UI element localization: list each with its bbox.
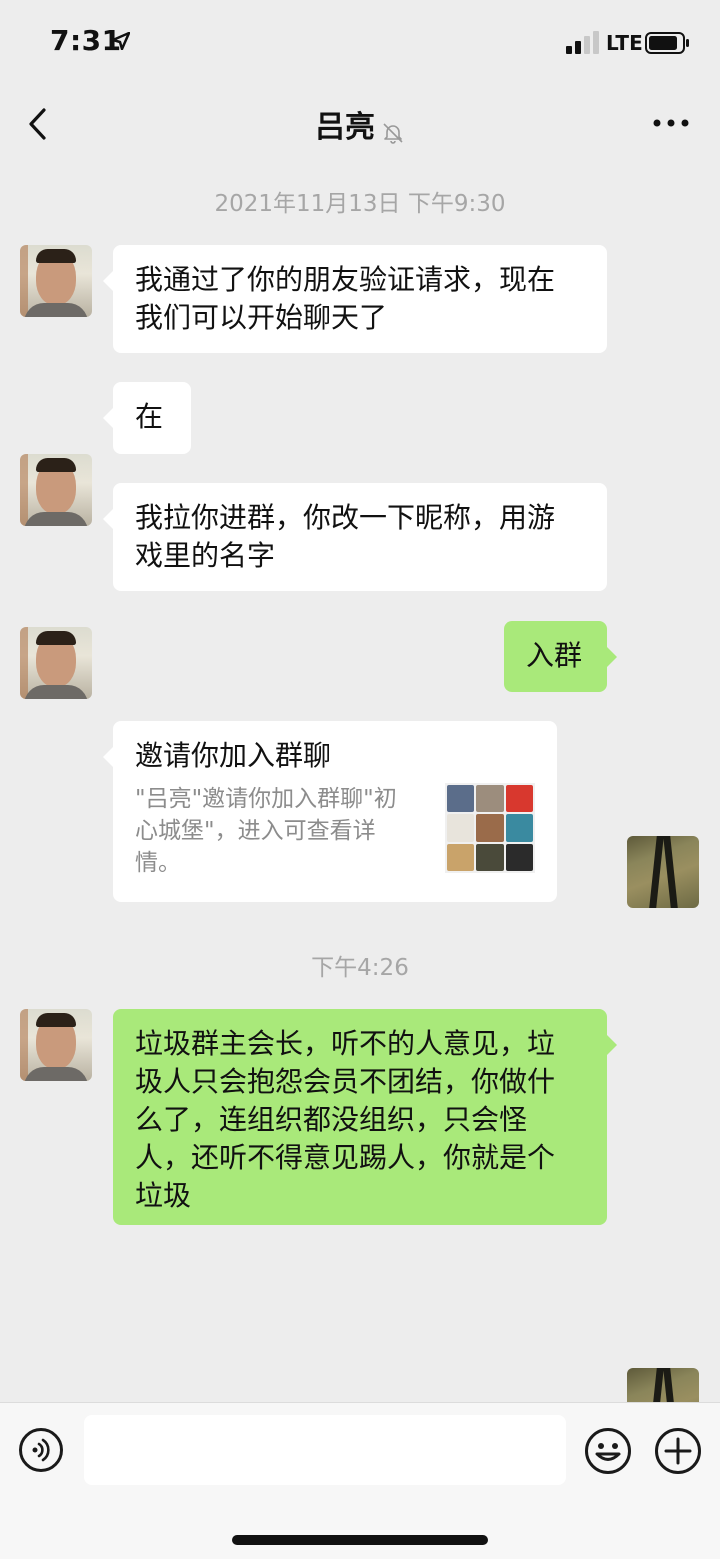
chat-title-wrap: 吕亮 bbox=[0, 102, 720, 146]
my-avatar[interactable] bbox=[627, 836, 699, 908]
muted-bell-icon bbox=[383, 122, 403, 144]
group-member-thumb bbox=[476, 785, 504, 813]
message-bubble-incoming[interactable]: 我拉你进群，你改一下昵称，用游 戏里的名字 bbox=[103, 483, 607, 591]
group-member-thumb bbox=[447, 814, 475, 842]
group-member-thumb bbox=[505, 785, 533, 813]
signal-bars-icon bbox=[566, 31, 599, 54]
home-indicator bbox=[232, 1535, 488, 1545]
group-member-thumb bbox=[505, 814, 533, 842]
group-invite-card[interactable]: 邀请你加入群聊 "吕亮"邀请你加入群聊"初 心城堡"，进入可查看详 情。 bbox=[103, 721, 557, 902]
group-member-thumb bbox=[505, 843, 533, 871]
status-time: 7:31 bbox=[50, 24, 122, 57]
chat-title[interactable]: 吕亮 bbox=[315, 110, 375, 145]
message-line: 我拉你进群，你改一下昵称，用游 bbox=[135, 501, 556, 534]
message-bubble-outgoing[interactable]: 垃圾群主会长，听不的人意见，垃 圾人只会抱怨会员不团结，你做什 么了，连组织都没… bbox=[113, 1009, 617, 1225]
message-text-input[interactable] bbox=[84, 1415, 566, 1485]
message-line: 圾人只会抱怨会员不团结，你做什 bbox=[135, 1065, 556, 1098]
emoji-icon[interactable] bbox=[584, 1427, 632, 1475]
contact-avatar[interactable] bbox=[20, 627, 92, 699]
message-input-bar bbox=[0, 1402, 720, 1559]
message-line: 入群 bbox=[526, 639, 583, 672]
group-member-thumb bbox=[476, 843, 504, 871]
invite-desc-line: 心城堡"，进入可查看详 bbox=[135, 818, 376, 844]
battery-icon bbox=[645, 32, 689, 54]
more-dots-icon[interactable] bbox=[652, 118, 690, 128]
message-bubble-incoming[interactable]: 在 bbox=[103, 382, 191, 454]
group-avatar-grid bbox=[445, 783, 535, 873]
carrier-label: LTE bbox=[606, 31, 643, 55]
invite-desc-line: 情。 bbox=[135, 850, 181, 876]
message-line: 么了，连组织都没组织，只会怪 bbox=[135, 1103, 528, 1136]
contact-avatar[interactable] bbox=[20, 454, 92, 526]
invite-card-title: 邀请你加入群聊 bbox=[135, 739, 332, 772]
message-line: 在 bbox=[135, 400, 164, 433]
chat-nav-bar: 吕亮 bbox=[0, 88, 720, 158]
message-line: 戏里的名字 bbox=[135, 539, 276, 572]
group-member-thumb bbox=[476, 814, 504, 842]
group-member-thumb bbox=[447, 843, 475, 871]
invite-desc-line: "吕亮"邀请你加入群聊"初 bbox=[135, 786, 397, 812]
message-line: 垃圾群主会长，听不的人意见，垃 bbox=[135, 1027, 556, 1060]
location-arrow-icon bbox=[112, 32, 130, 50]
group-member-thumb bbox=[447, 785, 475, 813]
chat-timestamp: 2021年11月13日 下午9:30 bbox=[214, 191, 506, 217]
voice-icon[interactable] bbox=[18, 1427, 64, 1473]
invite-card-description: "吕亮"邀请你加入群聊"初 心城堡"，进入可查看详 情。 bbox=[135, 783, 425, 879]
contact-avatar[interactable] bbox=[20, 245, 92, 317]
plus-icon[interactable] bbox=[654, 1427, 702, 1475]
message-line: 人，还听不得意见踢人，你就是个 bbox=[135, 1141, 556, 1174]
contact-avatar[interactable] bbox=[20, 1009, 92, 1081]
message-line: 我通过了你的朋友验证请求，现在 bbox=[135, 263, 556, 296]
message-line: 我们可以开始聊天了 bbox=[135, 301, 388, 334]
message-bubble-outgoing[interactable]: 入群 bbox=[504, 621, 617, 692]
chat-timestamp: 下午4:26 bbox=[311, 955, 409, 981]
status-bar: 7:31 LTE bbox=[0, 0, 720, 88]
message-line: 垃圾 bbox=[135, 1179, 192, 1212]
message-bubble-incoming[interactable]: 我通过了你的朋友验证请求，现在 我们可以开始聊天了 bbox=[103, 245, 607, 353]
